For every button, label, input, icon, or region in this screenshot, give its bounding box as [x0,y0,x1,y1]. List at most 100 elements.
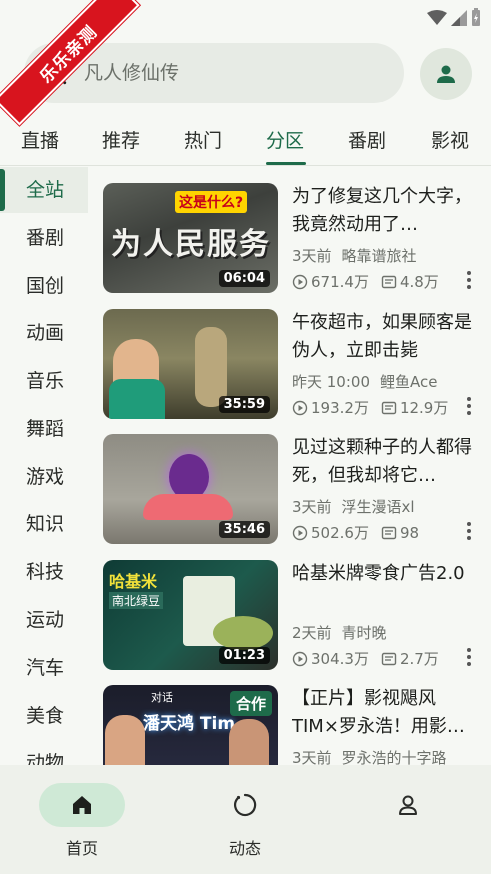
more-options-icon[interactable] [463,646,475,668]
nav-home[interactable]: 首页 [37,783,127,863]
video-author[interactable]: 浮生漫语xl [342,498,415,516]
signal-icon [451,10,467,26]
view-count: 671.4万 [311,273,369,291]
zone-sidebar: 全站 番剧 国创 动画 音乐 舞蹈 游戏 知识 科技 运动 汽车 美食 动物 [0,167,88,767]
danmaku-icon [381,401,397,414]
bottom-navigation: 首页 动态 [0,765,491,874]
more-options-icon[interactable] [463,520,475,542]
sidebar-item-animals[interactable]: 动物 [0,740,88,767]
account-avatar-button[interactable] [420,48,472,100]
video-title[interactable]: 见过这颗种子的人都得死，但我却将它… [292,434,478,490]
video-author[interactable]: 鲤鱼Ace [380,373,437,391]
sidebar-item-all[interactable]: 全站 [0,167,88,213]
tab-recommend[interactable]: 推荐 [102,126,140,153]
battery-icon [472,8,480,26]
home-icon [73,796,91,814]
person-icon [399,795,417,815]
nav-profile[interactable] [363,783,453,863]
tab-hot[interactable]: 热门 [184,126,222,153]
video-author[interactable]: 略靠谱旅社 [342,247,417,265]
video-meta: 3天前 浮生漫语xl [292,496,415,517]
video-card[interactable]: 对话 潘天鸿 Tim 合作 【正片】影视飓风TIM×罗永浩！用影… 3天前 罗永浩… [103,685,488,765]
video-thumbnail[interactable]: 哈基米 南北绿豆 01:23 [103,560,278,670]
tab-indicator [266,162,306,165]
video-card[interactable]: 35:46 见过这颗种子的人都得死，但我却将它… 3天前 浮生漫语xl 502.6… [103,434,488,549]
nav-home-label: 首页 [65,839,98,858]
danmaku-count: 98 [399,523,420,542]
thumbnail-caption: 这是什么? [175,191,248,213]
more-options-icon[interactable] [463,269,475,291]
tab-bangumi[interactable]: 番剧 [348,126,386,153]
sidebar-item-games[interactable]: 游戏 [0,454,88,500]
video-thumbnail[interactable]: 35:46 [103,434,278,544]
video-time: 2天前 [292,624,332,642]
video-thumbnail[interactable]: 对话 潘天鸿 Tim 合作 [103,685,278,765]
danmaku-icon [381,652,397,665]
thumbnail-text: 为人民服务 [111,227,271,262]
video-time: 昨天 10:00 [292,373,370,391]
video-thumbnail[interactable]: 这是什么? 为人民服务 06:04 [103,183,278,293]
sidebar-item-guochuang[interactable]: 国创 [0,263,88,309]
video-meta: 3天前 罗永浩的十字路 [292,747,447,765]
video-card[interactable]: 哈基米 南北绿豆 01:23 哈基米牌零食广告2.0 2天前 青时晚 304.3万… [103,560,488,675]
person-icon [437,65,455,83]
video-meta: 昨天 10:00 鲤鱼Ace [292,371,437,392]
video-time: 3天前 [292,749,332,765]
sidebar-item-sports[interactable]: 运动 [0,597,88,643]
nav-dynamic-pill[interactable] [202,783,288,827]
video-time: 3天前 [292,498,332,516]
sidebar-item-tech[interactable]: 科技 [0,549,88,595]
video-thumbnail[interactable]: 35:59 [103,309,278,419]
video-card[interactable]: 这是什么? 为人民服务 06:04 为了修复这几个大字，我竟然动用了… 3天前略… [103,183,488,298]
video-author[interactable]: 青时晚 [342,624,387,642]
nav-profile-pill[interactable] [365,783,451,827]
video-duration: 35:46 [218,521,270,538]
video-time: 3天前 [292,247,332,265]
video-card[interactable]: 35:59 午夜超市，如果顾客是伪人，立即击毙 昨天 10:00 鲤鱼Ace 19… [103,309,488,424]
collab-badge: 合作 [229,691,272,716]
danmaku-count: 12.9万 [399,399,449,417]
nav-dynamic[interactable]: 动态 [200,783,290,863]
thumbnail-text: 哈基米 [109,572,158,591]
sidebar-item-dance[interactable]: 舞蹈 [0,406,88,452]
refresh-icon [234,793,257,817]
sidebar-item-food[interactable]: 美食 [0,693,88,739]
search-input[interactable] [84,62,364,84]
video-author[interactable]: 罗永浩的十字路 [342,749,447,765]
danmaku-count: 2.7万 [399,650,439,668]
wifi-icon [427,10,447,25]
view-count: 193.2万 [311,399,369,417]
video-stats: 502.6万 98 [292,522,472,543]
video-title[interactable]: 【正片】影视飓风TIM×罗永浩！用影… [292,685,478,741]
video-meta: 3天前 略靠谱旅社 [292,245,417,266]
sidebar-item-animation[interactable]: 动画 [0,310,88,356]
danmaku-count: 4.8万 [399,273,439,291]
video-title[interactable]: 哈基米牌零食广告2.0 [292,560,478,588]
sidebar-item-music[interactable]: 音乐 [0,358,88,404]
sidebar-item-cars[interactable]: 汽车 [0,645,88,691]
danmaku-icon [381,275,397,288]
play-count-icon [292,525,308,540]
view-count: 502.6万 [311,524,369,542]
sidebar-item-knowledge[interactable]: 知识 [0,501,88,547]
play-count-icon [292,400,308,415]
play-count-icon [292,274,308,289]
nav-home-pill[interactable] [39,783,125,827]
thumbnail-subtext: 南北绿豆 [109,592,164,609]
video-duration: 35:59 [218,396,270,413]
tab-zones[interactable]: 分区 [266,126,304,153]
tab-live[interactable]: 直播 [21,126,59,153]
play-count-icon [292,651,308,666]
video-title[interactable]: 午夜超市，如果顾客是伪人，立即击毙 [292,309,478,365]
video-stats: 304.3万 2.7万 [292,648,472,669]
sidebar-item-bangumi[interactable]: 番剧 [0,215,88,261]
video-duration: 06:04 [218,270,270,287]
nav-dynamic-label: 动态 [228,839,261,858]
tab-movies[interactable]: 影视 [431,126,469,153]
category-tabs: 直播 推荐 热门 分区 番剧 影视 [0,118,491,166]
video-stats: 671.4万 4.8万 [292,271,472,292]
video-title[interactable]: 为了修复这几个大字，我竟然动用了… [292,183,478,239]
thumbnail-text: 潘天鸿 Tim [143,714,236,734]
more-options-icon[interactable] [463,395,475,417]
view-count: 304.3万 [311,650,369,668]
